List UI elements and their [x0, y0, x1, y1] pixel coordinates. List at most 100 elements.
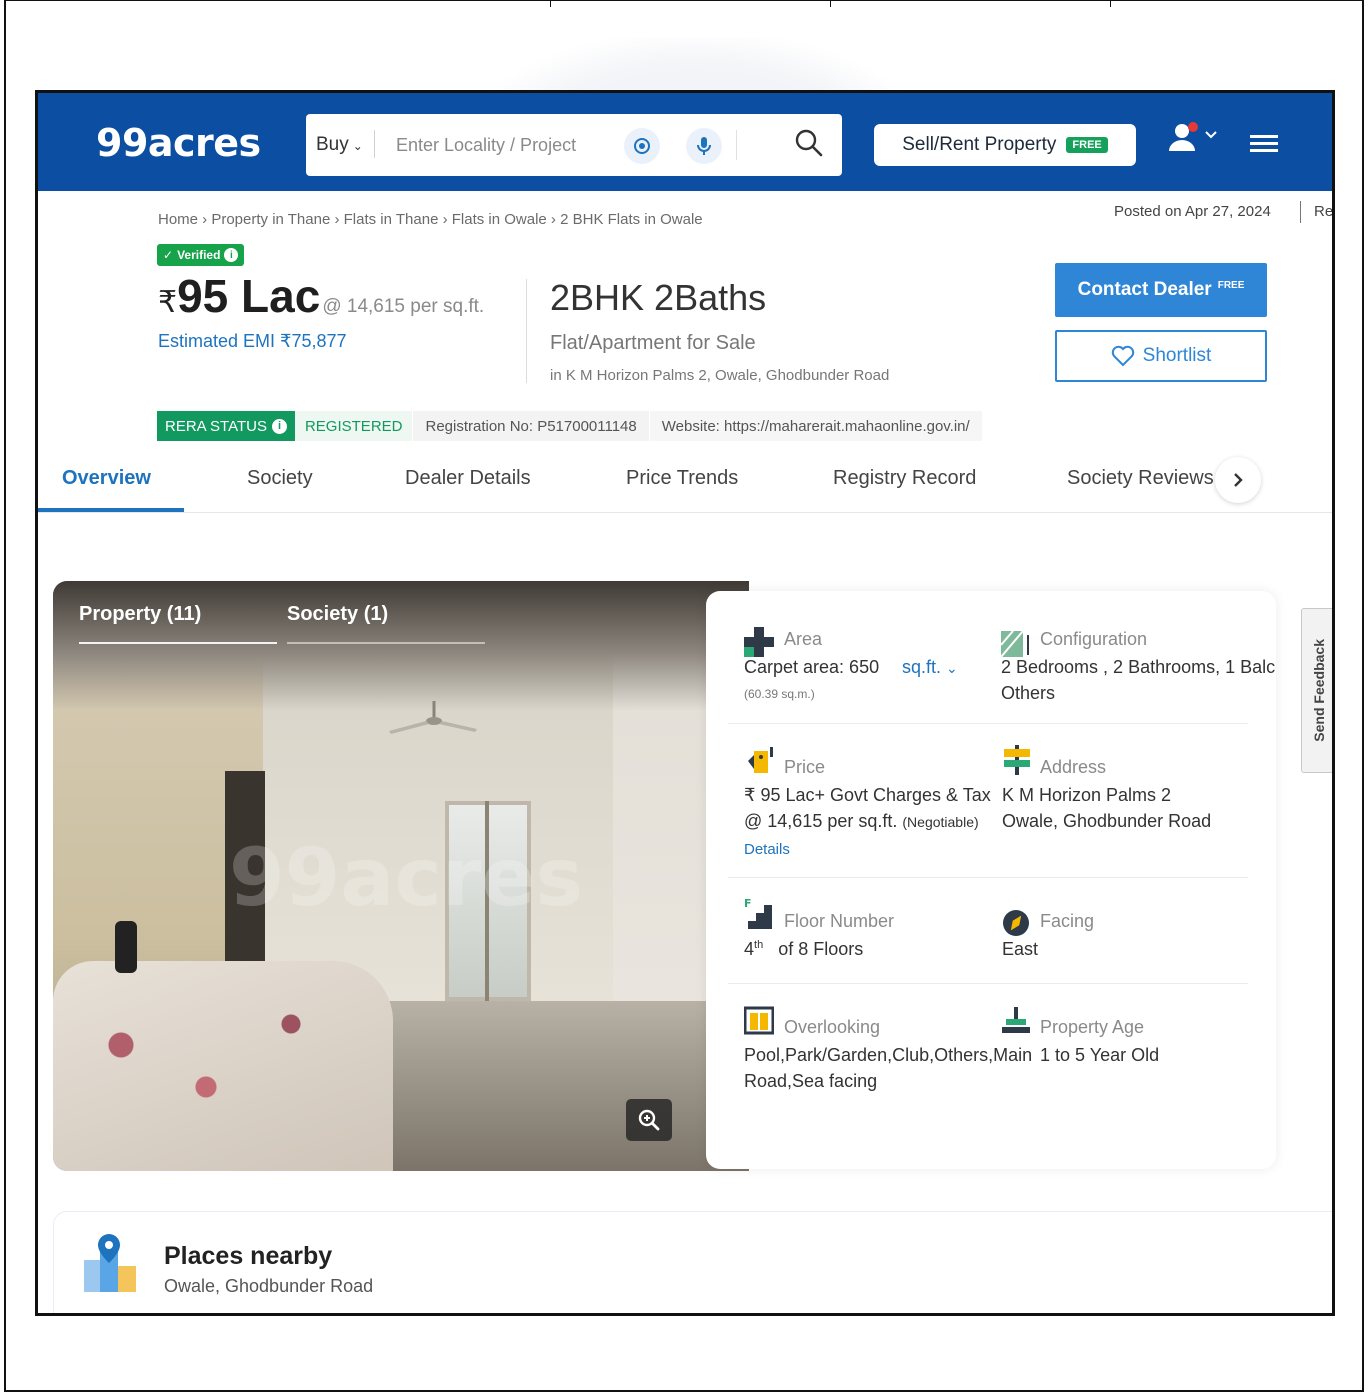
tab-property-photos[interactable]: Property (11) — [79, 603, 201, 626]
places-nearby-title: Places nearby — [164, 1242, 333, 1270]
price-label: Price — [784, 757, 826, 777]
floor-number: 4 — [744, 939, 755, 959]
tab-dealer-details[interactable]: Dealer Details — [405, 467, 531, 490]
price-value: ₹ 95 Lac+ Govt Charges & Tax — [744, 785, 991, 805]
configuration-value: 2 Bedrooms , 2 Bathrooms, 1 Balcony — [1001, 657, 1276, 677]
search-input[interactable] — [396, 130, 596, 160]
floor-suffix: th — [754, 939, 764, 951]
property-location: in K M Horizon Palms 2, Owale, Ghodbunde… — [550, 367, 890, 384]
tab-registry-record[interactable]: Registry Record — [833, 467, 976, 490]
divider — [526, 279, 527, 383]
verified-label: Verified — [177, 248, 221, 262]
locate-button[interactable] — [624, 128, 660, 164]
free-tag: FREE — [1217, 279, 1245, 291]
photo-sofa — [53, 961, 393, 1171]
divider — [728, 877, 1248, 878]
send-feedback-label: Send Feedback — [1310, 639, 1327, 742]
search-button[interactable] — [794, 128, 824, 163]
hamburger-menu-button[interactable] — [1250, 133, 1278, 160]
estimated-emi-link[interactable]: Estimated EMI ₹75,877 — [158, 331, 347, 352]
places-nearby-subtitle: Owale, Ghodbunder Road — [164, 1276, 374, 1296]
address-signpost-icon — [1004, 745, 1030, 775]
floor-label: Floor Number — [784, 911, 895, 931]
rera-bar: RERA STATUS i REGISTERED Registration No… — [157, 411, 982, 441]
configuration-label: Configuration — [1040, 629, 1148, 649]
section-tabs: Overview Society Dealer Details Price Tr… — [38, 453, 1332, 513]
active-tab-indicator — [79, 642, 277, 644]
search-bar: Buy ⌄ — [306, 114, 842, 176]
places-nearby-card[interactable]: Places nearby Owale, Ghodbunder Road — [53, 1211, 1332, 1313]
free-badge: FREE — [1066, 137, 1108, 153]
price-per-sqft-text: @ 14,615 per sq.ft. — [744, 811, 898, 831]
photo-ceiling — [53, 581, 749, 711]
sell-rent-property-button[interactable]: Sell/Rent Property FREE — [874, 124, 1136, 166]
area-unit: sq.ft. — [902, 657, 942, 677]
tab-society-reviews[interactable]: Society Reviews — [1067, 467, 1214, 490]
property-age-icon — [1002, 1007, 1030, 1033]
hamburger-icon — [1250, 135, 1278, 152]
tab-indicator — [287, 642, 485, 644]
floor-total: of 8 Floors — [778, 939, 864, 959]
divider — [374, 130, 375, 158]
tab-overview[interactable]: Overview — [62, 467, 151, 490]
verified-badge: ✓ Verified i — [157, 244, 245, 266]
area-label: Area — [784, 629, 823, 649]
send-feedback-button[interactable]: Send Feedback — [1301, 608, 1332, 773]
rera-registered: REGISTERED — [294, 411, 413, 441]
floor-value: 4th of 8 Floors — [744, 939, 863, 960]
divider — [550, 1, 551, 7]
buy-dropdown[interactable]: Buy ⌄ — [316, 134, 363, 156]
info-icon[interactable]: i — [224, 248, 239, 262]
zoom-in-icon — [638, 1109, 660, 1131]
check-icon: ✓ — [163, 248, 174, 262]
zoom-button[interactable] — [626, 1099, 672, 1141]
breadcrumb[interactable]: Home › Property in Thane › Flats in Than… — [158, 211, 703, 228]
negotiable-label: (Negotiable) — [902, 814, 979, 830]
divider — [830, 1, 831, 7]
tabs-next-button[interactable] — [1215, 457, 1261, 503]
microphone-icon — [697, 137, 711, 155]
divider — [728, 723, 1248, 724]
overlooking-value: Pool,Park/Garden,Club,Others,Main — [744, 1045, 1033, 1065]
address-value: K M Horizon Palms 2 — [1002, 785, 1172, 805]
tab-society-photos[interactable]: Society (1) — [287, 603, 388, 626]
heart-icon — [1111, 345, 1134, 367]
rera-website[interactable]: Website: https://maharerait.mahaonline.g… — [648, 411, 982, 441]
price-per-sqft: @ 14,615 per sq.ft. — [322, 296, 485, 317]
compass-icon — [1003, 910, 1029, 936]
property-details-panel: Area Carpet area: 650 sq.ft. ⌄ (60.39 sq… — [706, 591, 1276, 1169]
svg-text:F: F — [744, 897, 752, 910]
configuration-value-others: Others — [1001, 683, 1056, 703]
area-unit-dropdown[interactable]: sq.ft. ⌄ — [902, 657, 958, 678]
shortlist-label: Shortlist — [1142, 345, 1212, 366]
sell-rent-label: Sell/Rent Property — [902, 134, 1057, 155]
contact-dealer-button[interactable]: Contact Dealer FREE — [1055, 263, 1267, 317]
divider — [736, 130, 737, 160]
tab-price-trends[interactable]: Price Trends — [626, 467, 738, 490]
overlooking-label: Overlooking — [784, 1017, 881, 1037]
info-icon[interactable]: i — [271, 418, 287, 434]
price-tag-icon — [748, 747, 773, 773]
property-title: 2BHK 2Baths — [550, 277, 767, 318]
photo-watermark: 99acres — [229, 831, 584, 924]
header: 99acres Buy⌄ Sell/Rent Property FREE — [38, 93, 1332, 191]
price-row: ₹ 95 Lac @ 14,615 per sq.ft. — [158, 269, 484, 323]
search-icon — [795, 129, 823, 157]
address-locality: Owale, Ghodbunder Road — [1002, 811, 1212, 831]
floor-icon: F — [744, 897, 772, 929]
logo[interactable]: 99acres — [96, 121, 261, 165]
buy-label: Buy — [316, 134, 349, 155]
location-pin-icon — [84, 1234, 136, 1292]
active-tab-indicator — [38, 508, 184, 512]
shortlist-button[interactable]: Shortlist — [1055, 330, 1267, 382]
divider — [728, 983, 1248, 984]
voice-search-button[interactable] — [686, 128, 722, 164]
chevron-right-icon — [1234, 473, 1243, 487]
address-label: Address — [1040, 757, 1107, 777]
chevron-down-icon: ⌄ — [352, 139, 363, 153]
photo-gallery[interactable]: 99acres Property (11) Society (1) — [53, 581, 749, 1171]
price-details-link[interactable]: Details — [744, 841, 790, 858]
tab-society[interactable]: Society — [247, 467, 313, 490]
user-menu-button[interactable] — [1166, 121, 1218, 160]
property-age-value: 1 to 5 Year Old — [1040, 1045, 1160, 1065]
